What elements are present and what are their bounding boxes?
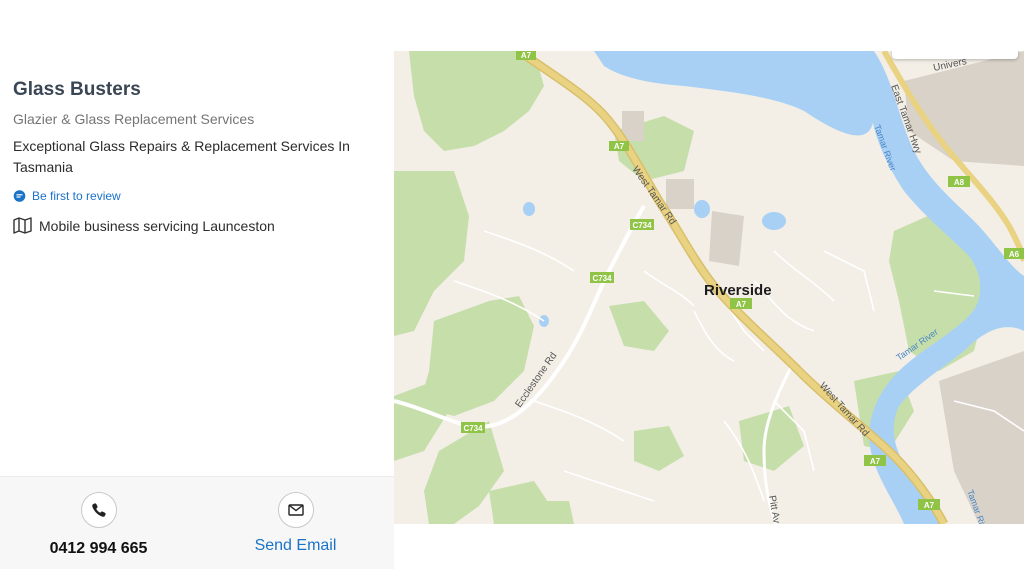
contact-bar: 0412 994 665 Send Email — [0, 476, 394, 569]
map-overlay-control[interactable] — [892, 51, 1018, 59]
call-button[interactable]: 0412 994 665 — [0, 492, 197, 558]
svg-text:A7: A7 — [924, 501, 935, 510]
shield-a8: A8 — [948, 176, 970, 187]
business-card: Glass Busters Glazier & Glass Replacemen… — [0, 51, 394, 569]
phone-number[interactable]: 0412 994 665 — [50, 540, 148, 558]
svg-text:A7: A7 — [870, 457, 881, 466]
service-area: Mobile business servicing Launceston — [13, 217, 275, 234]
business-category: Glazier & Glass Replacement Services — [13, 111, 255, 127]
shield-c734-left: C734 — [461, 422, 485, 433]
shield-a7-bottom: A7 — [918, 499, 940, 510]
svg-text:A8: A8 — [954, 178, 965, 187]
svg-text:C734: C734 — [632, 221, 652, 230]
svg-text:C734: C734 — [592, 274, 612, 283]
email-icon-circle — [277, 492, 314, 528]
shield-c734-top: C734 — [630, 219, 654, 230]
shield-a7-top: A7 — [516, 51, 536, 60]
svg-text:A7: A7 — [736, 300, 747, 309]
map-icon — [13, 217, 32, 234]
phone-icon — [91, 503, 106, 517]
shield-a7-mid: A7 — [609, 141, 629, 151]
location-map[interactable]: A7 A7 A7 A7 A7 A8 A6 C734 C734 C734 West… — [394, 51, 1024, 524]
shield-a7-riverside: A7 — [730, 298, 752, 309]
shield-a7-lower: A7 — [864, 455, 886, 466]
map-canvas[interactable]: A7 A7 A7 A7 A7 A8 A6 C734 C734 C734 West… — [394, 51, 1024, 524]
business-tagline: Exceptional Glass Repairs & Replacement … — [13, 138, 350, 175]
send-email-label: Send Email — [254, 537, 337, 554]
svg-text:A7: A7 — [614, 142, 625, 151]
svg-text:A6: A6 — [1009, 250, 1020, 259]
business-title[interactable]: Glass Busters — [13, 79, 141, 101]
envelope-icon — [287, 504, 304, 516]
town-label-riverside: Riverside — [704, 282, 772, 299]
send-email-button[interactable]: Send Email — [197, 492, 394, 555]
review-link-label: Be first to review — [32, 189, 121, 203]
shield-c734-mid: C734 — [590, 272, 614, 283]
service-area-label: Mobile business servicing Launceston — [39, 217, 275, 234]
svg-text:A7: A7 — [521, 51, 532, 60]
chat-bubble-icon — [13, 189, 26, 202]
shield-a6: A6 — [1004, 248, 1024, 259]
review-link[interactable]: Be first to review — [13, 189, 121, 203]
phone-icon-circle — [80, 492, 117, 528]
svg-text:C734: C734 — [463, 424, 483, 433]
